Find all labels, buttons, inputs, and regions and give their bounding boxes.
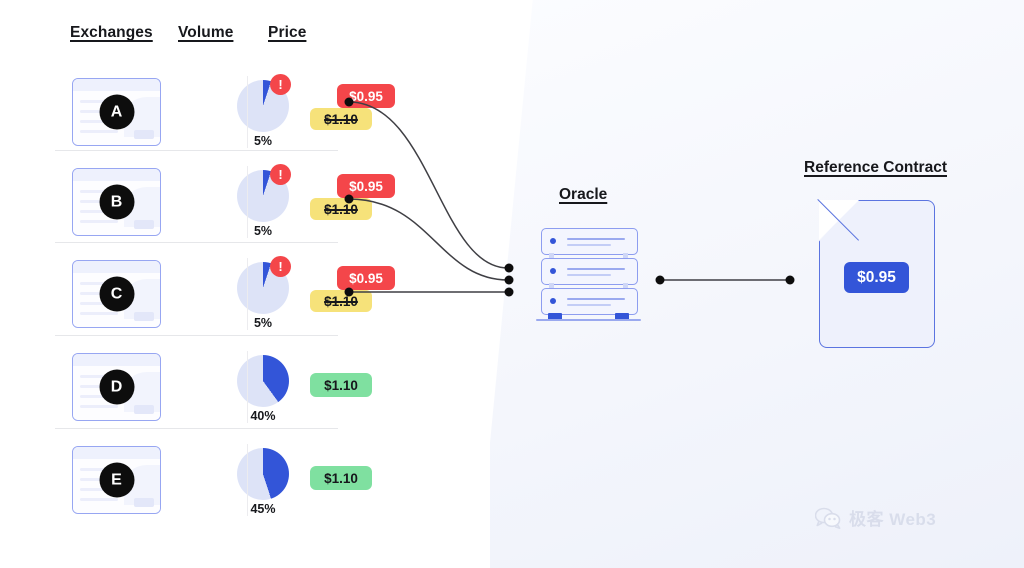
watermark-text: 极客 Web3 <box>849 510 937 529</box>
server-status-dot <box>550 238 556 244</box>
pie-slice <box>237 448 289 500</box>
price-tag-original: $1.10 <box>310 198 372 220</box>
column-header-volume: Volume <box>178 24 234 41</box>
server-line-primary <box>567 298 625 300</box>
exchange-browser-icon: D <box>72 353 161 421</box>
server-unit-1 <box>541 228 638 255</box>
exchange-letter-badge: B <box>99 184 134 220</box>
browser-button-shape <box>134 498 154 507</box>
exchange-browser-icon: C <box>72 260 161 328</box>
volume-percent-label: 5% <box>253 224 273 238</box>
volume-pie-chart: 45% <box>232 448 294 518</box>
watermark: 极客 Web3 <box>815 505 936 530</box>
exchange-browser-icon: A <box>72 78 161 146</box>
server-line-primary <box>567 268 625 270</box>
server-status-dot <box>550 298 556 304</box>
exchange-letter-badge: D <box>99 369 134 405</box>
exchange-row-b[interactable]: B! 5% $1.10 $0.95 <box>55 158 395 246</box>
browser-text-line <box>80 220 118 223</box>
server-riser <box>549 283 554 288</box>
price-tag-normal: $1.10 <box>310 466 372 490</box>
column-separator <box>247 444 248 516</box>
exchange-row-c[interactable]: C! 5% $1.10 $0.95 <box>55 250 395 338</box>
exchange-letter-badge: C <box>99 276 134 312</box>
volume-pie-chart: 40% <box>232 355 294 425</box>
browser-button-shape <box>134 312 154 321</box>
exchange-row-d[interactable]: D 40% $1.10 <box>55 343 372 431</box>
column-separator <box>247 76 248 148</box>
browser-text-line <box>80 405 118 408</box>
price-cell: $1.10 $0.95 <box>305 68 405 156</box>
exchange-row-e[interactable]: E 45% $1.10 <box>55 436 372 524</box>
price-cell: $1.10 <box>305 343 405 431</box>
exchange-row-a[interactable]: A! 5% $1.10 $0.95 <box>55 68 395 156</box>
volume-percent-label: 5% <box>253 134 273 148</box>
wechat-bubbles-icon <box>815 507 841 529</box>
server-unit-3 <box>541 288 638 315</box>
server-riser <box>549 253 554 258</box>
server-riser <box>623 253 628 258</box>
server-unit-2 <box>541 258 638 285</box>
column-header-exchanges: Exchanges <box>70 24 153 41</box>
contract-price-badge: $0.95 <box>844 262 909 293</box>
volume-pie-chart: ! 5% <box>232 74 294 150</box>
price-tag-normal: $1.10 <box>310 373 372 397</box>
column-separator <box>247 351 248 423</box>
browser-text-line <box>80 130 118 133</box>
server-line-secondary <box>567 304 611 306</box>
exchange-letter-badge: A <box>99 94 134 130</box>
volume-pie-chart: ! 5% <box>232 164 294 240</box>
diagram-canvas: Exchanges Volume Price A! 5% $1.10 $0.95 B! 5… <box>0 0 1024 568</box>
reference-contract-label: Reference Contract <box>804 159 947 176</box>
server-line-secondary <box>567 244 611 246</box>
browser-button-shape <box>134 405 154 414</box>
oracle-server-stack <box>536 228 641 321</box>
server-status-dot <box>550 268 556 274</box>
alert-badge-icon: ! <box>270 256 291 277</box>
alert-badge-icon: ! <box>270 164 291 185</box>
price-tag-manipulated: $0.95 <box>337 84 395 108</box>
price-cell: $1.10 <box>305 436 405 524</box>
exchange-browser-icon: E <box>72 446 161 514</box>
column-separator <box>247 166 248 238</box>
browser-text-line <box>80 312 118 315</box>
price-tag-original: $1.10 <box>310 108 372 130</box>
volume-percent-label: 45% <box>250 502 276 516</box>
server-line-primary <box>567 238 625 240</box>
server-line-secondary <box>567 274 611 276</box>
server-base-line <box>536 319 641 321</box>
column-separator <box>247 258 248 330</box>
exchange-letter-badge: E <box>99 462 134 498</box>
price-tag-original: $1.10 <box>310 290 372 312</box>
exchange-browser-icon: B <box>72 168 161 236</box>
volume-pie-chart: ! 5% <box>232 256 294 332</box>
browser-text-line <box>80 498 118 501</box>
alert-badge-icon: ! <box>270 74 291 95</box>
price-cell: $1.10 $0.95 <box>305 158 405 246</box>
pie-slice <box>237 355 289 407</box>
oracle-label: Oracle <box>559 186 608 203</box>
price-tag-manipulated: $0.95 <box>337 266 395 290</box>
column-header-price: Price <box>268 24 307 41</box>
volume-percent-label: 40% <box>250 409 276 423</box>
browser-button-shape <box>134 220 154 229</box>
volume-percent-label: 5% <box>253 316 273 330</box>
browser-button-shape <box>134 130 154 139</box>
server-riser <box>623 283 628 288</box>
price-cell: $1.10 $0.95 <box>305 250 405 338</box>
price-tag-manipulated: $0.95 <box>337 174 395 198</box>
